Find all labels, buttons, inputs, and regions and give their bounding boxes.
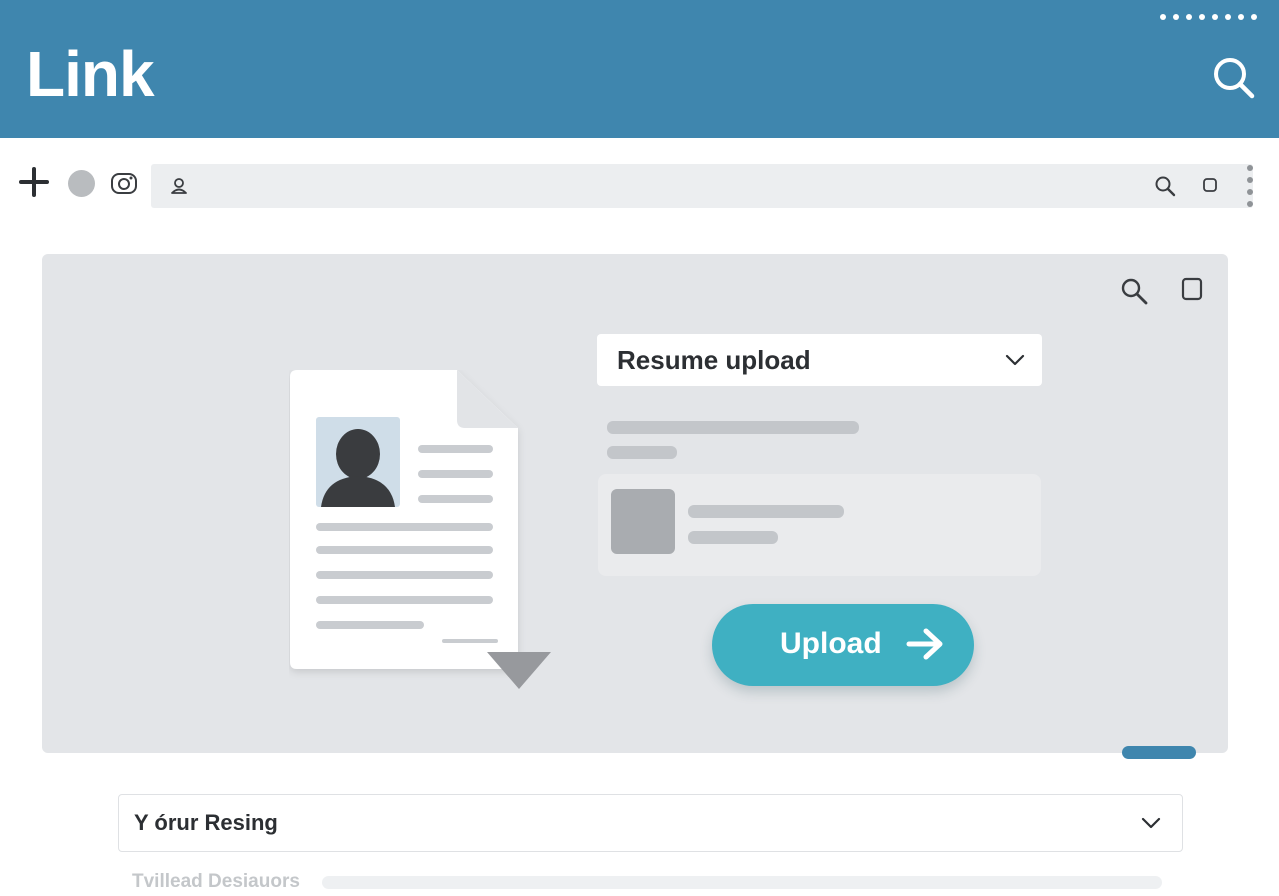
plus-icon[interactable] [18,166,50,198]
file-card[interactable] [598,474,1041,576]
field-input[interactable] [322,876,1162,889]
search-icon[interactable] [1208,52,1258,102]
arrow-right-icon [906,628,943,660]
chevron-down-icon [1005,354,1025,366]
resume-document-icon [290,370,551,689]
page: Link Resume upload Upload Y órur Resing … [0,0,1279,896]
file-thumbnail [611,489,675,554]
search-icon[interactable] [1119,276,1149,306]
upload-button[interactable]: Upload [712,604,974,686]
kebab-icon[interactable] [1245,163,1255,209]
brand-logo[interactable]: Link [26,36,155,112]
field-label: Tvillead Desiauors [132,871,300,892]
text-placeholder [607,421,859,434]
select-value: Resume upload [617,345,811,375]
app-header: Link [0,0,1279,138]
search-icon[interactable] [1153,174,1177,198]
upload-button-label: Upload [780,627,882,660]
address-bar[interactable] [151,164,1253,208]
file-meta-placeholder [688,531,778,544]
upload-panel: Resume upload Upload [42,254,1228,753]
square-icon[interactable] [1201,176,1219,194]
resume-select-value: Y órur Resing [134,810,278,835]
status-dot[interactable] [68,170,95,197]
camera-icon[interactable] [110,170,138,196]
text-placeholder [607,446,677,459]
resume-select[interactable]: Y órur Resing [118,794,1183,852]
resume-upload-select[interactable]: Resume upload [597,334,1042,386]
scroll-indicator[interactable] [1122,746,1196,759]
file-name-placeholder [688,505,844,518]
dots-menu-icon[interactable] [1160,10,1260,24]
square-icon[interactable] [1180,276,1204,302]
user-icon [171,178,187,194]
chevron-down-icon [1141,817,1161,829]
